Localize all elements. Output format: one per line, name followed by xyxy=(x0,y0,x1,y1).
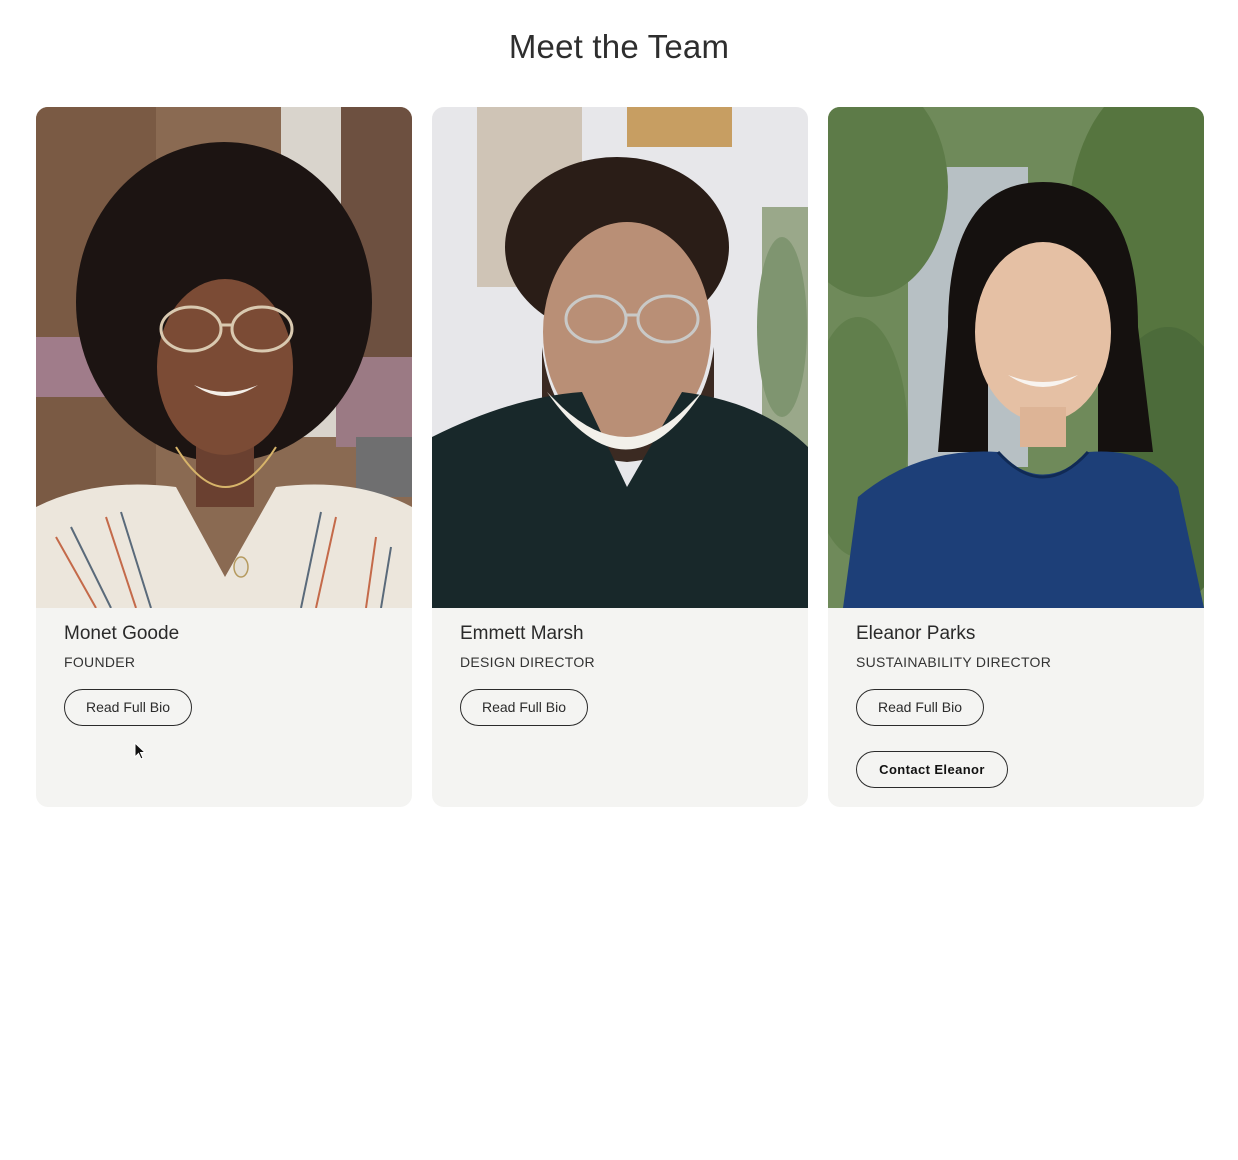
portrait-photo xyxy=(432,107,808,608)
team-member-photo xyxy=(432,107,808,608)
portrait-photo xyxy=(36,107,412,608)
team-card: Monet Goode FOUNDER Read Full Bio xyxy=(36,107,412,807)
contact-eleanor-button[interactable]: Contact Eleanor xyxy=(856,751,1008,788)
team-card: Eleanor Parks SUSTAINABILITY DIRECTOR Re… xyxy=(828,107,1204,807)
member-name: Eleanor Parks xyxy=(856,623,976,644)
read-full-bio-button[interactable]: Read Full Bio xyxy=(856,689,984,726)
member-name: Monet Goode xyxy=(64,623,180,644)
read-full-bio-button[interactable]: Read Full Bio xyxy=(64,689,192,726)
read-full-bio-button[interactable]: Read Full Bio xyxy=(460,689,588,726)
page-title: Meet the Team xyxy=(508,28,730,65)
member-role: FOUNDER xyxy=(64,654,136,670)
team-member-photo xyxy=(36,107,412,608)
mouse-cursor-icon xyxy=(134,742,146,760)
team-member-photo xyxy=(828,107,1204,608)
portrait-photo xyxy=(828,107,1204,608)
team-grid: Monet Goode FOUNDER Read Full Bio Emmett… xyxy=(36,107,1204,807)
member-role: DESIGN DIRECTOR xyxy=(460,654,595,670)
member-role: SUSTAINABILITY DIRECTOR xyxy=(856,654,1052,670)
member-name: Emmett Marsh xyxy=(460,623,584,644)
team-card: Emmett Marsh DESIGN DIRECTOR Read Full B… xyxy=(432,107,808,807)
